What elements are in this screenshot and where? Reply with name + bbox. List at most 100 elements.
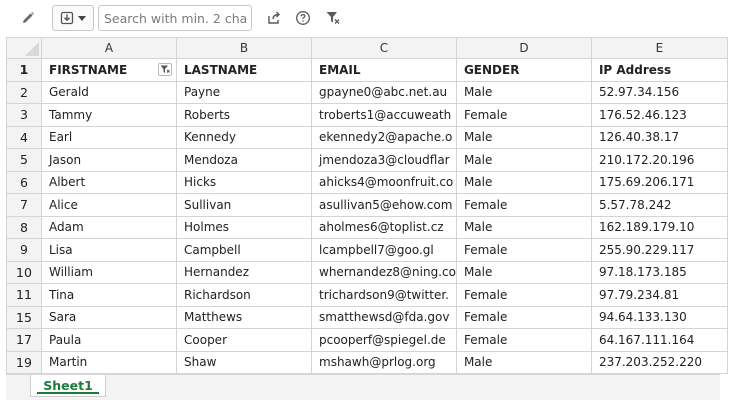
row-header[interactable]: 17: [6, 328, 42, 352]
cell[interactable]: Jason: [41, 148, 177, 172]
column-header-e[interactable]: E: [590, 37, 728, 59]
cell[interactable]: Adam: [41, 215, 177, 239]
cell[interactable]: Payne: [176, 80, 312, 104]
cell[interactable]: Male: [455, 215, 592, 239]
cell[interactable]: Female: [455, 193, 592, 217]
cell[interactable]: 176.52.46.123: [590, 103, 728, 127]
cell[interactable]: Kennedy: [176, 125, 312, 149]
cell[interactable]: Hicks: [176, 170, 312, 194]
filter-icon[interactable]: [158, 63, 172, 76]
cell[interactable]: Male: [455, 260, 592, 284]
cell[interactable]: LASTNAME: [176, 58, 312, 82]
cell[interactable]: Lisa: [41, 238, 177, 262]
cell[interactable]: Male: [455, 80, 592, 104]
cell[interactable]: EMAIL: [311, 58, 457, 82]
cell[interactable]: whernandez8@ning.co: [311, 260, 457, 284]
cell[interactable]: Tammy: [41, 103, 177, 127]
cell[interactable]: troberts1@accuweath: [311, 103, 457, 127]
cell[interactable]: 126.40.38.17: [590, 125, 728, 149]
row-header[interactable]: 15: [6, 305, 42, 329]
cell[interactable]: lcampbell7@goo.gl: [311, 238, 457, 262]
export-button[interactable]: [52, 5, 94, 31]
cell[interactable]: Matthews: [176, 305, 312, 329]
table-row: 8 Adam Holmes aholmes6@toplist.cz Male 1…: [6, 215, 728, 239]
cell[interactable]: Male: [455, 350, 592, 374]
cell[interactable]: 255.90.229.117: [590, 238, 728, 262]
sheet-tab-bar: Sheet1: [6, 374, 720, 400]
cell[interactable]: Cooper: [176, 328, 312, 352]
cell[interactable]: Male: [455, 148, 592, 172]
cell[interactable]: Female: [455, 305, 592, 329]
cell[interactable]: asullivan5@ehow.com: [311, 193, 457, 217]
cell[interactable]: Holmes: [176, 215, 312, 239]
cell[interactable]: Richardson: [176, 283, 312, 307]
sheet-tab-sheet1[interactable]: Sheet1: [30, 375, 106, 397]
cell[interactable]: 237.203.252.220: [590, 350, 728, 374]
cell[interactable]: 210.172.20.196: [590, 148, 728, 172]
pencil-icon[interactable]: [18, 8, 38, 28]
cell[interactable]: Shaw: [176, 350, 312, 374]
row-header[interactable]: 11: [6, 283, 42, 307]
help-icon[interactable]: [293, 8, 313, 28]
cell[interactable]: pcooperf@spiegel.de: [311, 328, 457, 352]
row-header[interactable]: 4: [6, 125, 42, 149]
cell[interactable]: Hernandez: [176, 260, 312, 284]
cell[interactable]: Gerald: [41, 80, 177, 104]
row-header[interactable]: 19: [6, 350, 42, 374]
cell[interactable]: 162.189.179.10: [590, 215, 728, 239]
cell[interactable]: gpayne0@abc.net.au: [311, 80, 457, 104]
cell[interactable]: ahicks4@moonfruit.co: [311, 170, 457, 194]
cell[interactable]: 175.69.206.171: [590, 170, 728, 194]
cell[interactable]: Campbell: [176, 238, 312, 262]
cell[interactable]: smatthewsd@fda.gov: [311, 305, 457, 329]
cell[interactable]: Tina: [41, 283, 177, 307]
cell[interactable]: Albert: [41, 170, 177, 194]
cell[interactable]: jmendoza3@cloudflar: [311, 148, 457, 172]
row-header[interactable]: 7: [6, 193, 42, 217]
cell[interactable]: 97.79.234.81: [590, 283, 728, 307]
row-header[interactable]: 10: [6, 260, 42, 284]
cell[interactable]: Female: [455, 283, 592, 307]
select-all-corner[interactable]: [6, 37, 42, 59]
cell[interactable]: Female: [455, 103, 592, 127]
cell[interactable]: Male: [455, 170, 592, 194]
cell[interactable]: Roberts: [176, 103, 312, 127]
cell[interactable]: Female: [455, 238, 592, 262]
cell[interactable]: 52.97.34.156: [590, 80, 728, 104]
cell[interactable]: ekennedy2@apache.o: [311, 125, 457, 149]
cell[interactable]: Mendoza: [176, 148, 312, 172]
row-header[interactable]: 8: [6, 215, 42, 239]
cell[interactable]: 94.64.133.130: [590, 305, 728, 329]
cell[interactable]: FIRSTNAME: [41, 58, 177, 82]
cell[interactable]: Sara: [41, 305, 177, 329]
row-header[interactable]: 1: [6, 58, 42, 82]
column-header-d[interactable]: D: [455, 37, 592, 59]
row-header[interactable]: 2: [6, 80, 42, 104]
row-header[interactable]: 3: [6, 103, 42, 127]
cell[interactable]: Male: [455, 125, 592, 149]
cell[interactable]: Martin: [41, 350, 177, 374]
cell[interactable]: Alice: [41, 193, 177, 217]
column-header-a[interactable]: A: [41, 37, 177, 59]
cell[interactable]: Paula: [41, 328, 177, 352]
cell[interactable]: Sullivan: [176, 193, 312, 217]
cell[interactable]: 97.18.173.185: [590, 260, 728, 284]
cell[interactable]: William: [41, 260, 177, 284]
cell[interactable]: 64.167.111.164: [590, 328, 728, 352]
cell[interactable]: GENDER: [455, 58, 592, 82]
cell[interactable]: mshawh@prlog.org: [311, 350, 457, 374]
clear-filter-icon[interactable]: [323, 8, 343, 28]
cell[interactable]: Female: [455, 328, 592, 352]
cell[interactable]: 5.57.78.242: [590, 193, 728, 217]
column-header-c[interactable]: C: [311, 37, 457, 59]
share-icon[interactable]: [264, 8, 284, 28]
cell[interactable]: trichardson9@twitter.: [311, 283, 457, 307]
cell[interactable]: aholmes6@toplist.cz: [311, 215, 457, 239]
search-input[interactable]: [98, 5, 252, 31]
row-header[interactable]: 9: [6, 238, 42, 262]
row-header[interactable]: 5: [6, 148, 42, 172]
row-header[interactable]: 6: [6, 170, 42, 194]
cell[interactable]: Earl: [41, 125, 177, 149]
column-header-b[interactable]: B: [176, 37, 312, 59]
cell[interactable]: IP Address: [590, 58, 728, 82]
